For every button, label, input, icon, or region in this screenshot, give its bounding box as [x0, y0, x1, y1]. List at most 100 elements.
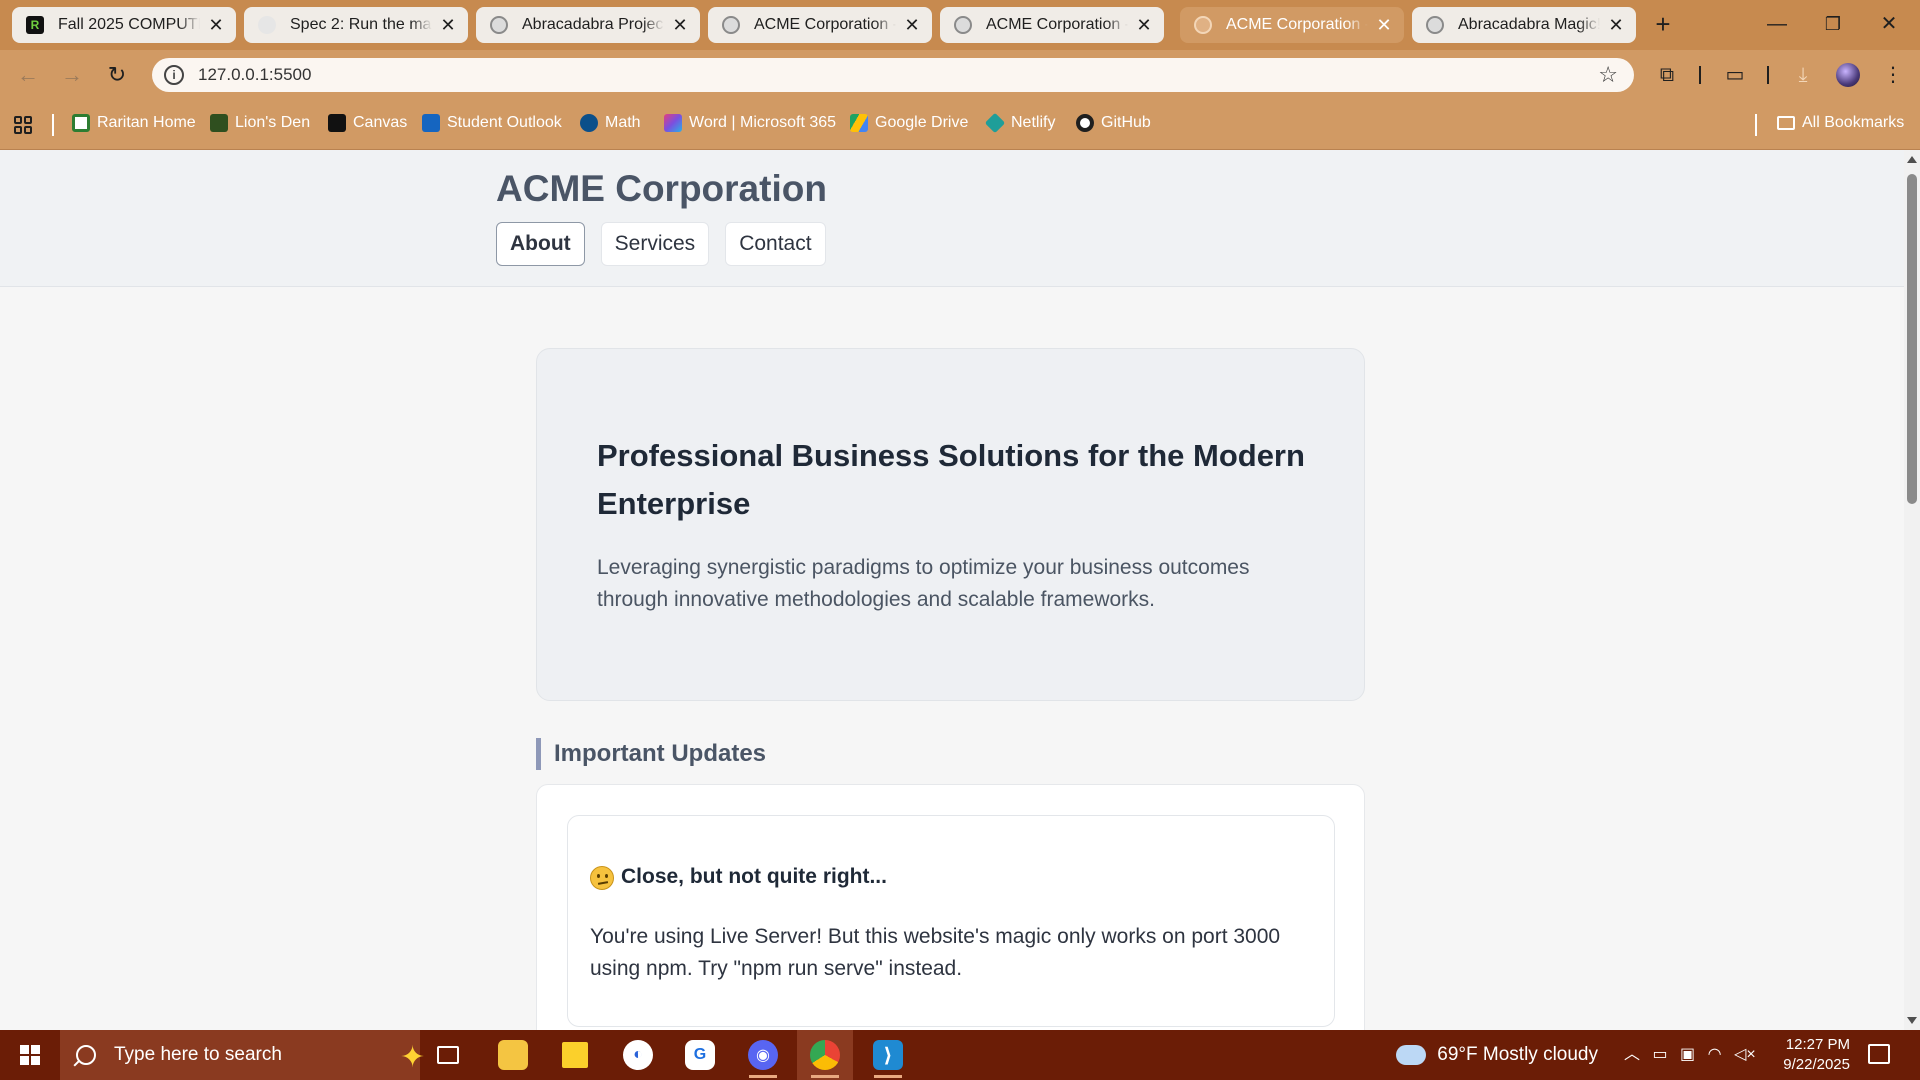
scroll-down-arrow-icon[interactable] [1907, 1017, 1917, 1024]
download-icon[interactable]: ⤓ [1790, 62, 1816, 88]
app-button[interactable]: G [672, 1030, 728, 1080]
vscode-icon: ⟩ [873, 1040, 903, 1070]
lion-icon [210, 114, 228, 132]
all-bookmarks-button[interactable]: All Bookmarks [1777, 114, 1904, 132]
menu-kebab-icon[interactable]: ⋮ [1880, 62, 1906, 88]
close-icon[interactable]: ✕ [902, 15, 922, 36]
page-scrollbar[interactable] [1904, 150, 1920, 1030]
folder-icon [498, 1040, 528, 1070]
browser-tab[interactable]: Abracadabra Magic! D ✕ [1412, 7, 1636, 43]
nav-services[interactable]: Services [600, 222, 710, 266]
bookmark-label: Student Outlook [447, 114, 562, 131]
site-title: ACME Corporation [496, 168, 827, 209]
scroll-thumb[interactable] [1907, 174, 1917, 504]
bookmark-canvas[interactable]: Canvas [328, 114, 407, 132]
restore-button[interactable]: ❐ [1810, 8, 1856, 42]
bookmark-netlify[interactable]: Netlify [984, 112, 1055, 134]
address-bar[interactable]: i 127.0.0.1:5500 ☆ [152, 58, 1634, 92]
globe-icon [954, 16, 972, 34]
start-button[interactable] [0, 1030, 60, 1080]
bookmark-lions-den[interactable]: Lion's Den [210, 114, 310, 132]
hero-title: Professional Business Solutions for the … [597, 438, 1305, 521]
bookmark-label: Math [605, 114, 641, 131]
globe-icon [490, 16, 508, 34]
site-nav: About Services Contact [496, 222, 826, 266]
bookmark-word-microsoft-365[interactable]: Word | Microsoft 365 [664, 114, 836, 132]
search-icon [76, 1045, 96, 1065]
clock-time: 12:27 PM [1785, 1036, 1850, 1053]
close-window-button[interactable]: ✕ [1866, 8, 1912, 42]
tray-icons[interactable]: ︿ ▭ ▣ ◠ ◁× [1624, 1030, 1756, 1080]
file-explorer-button[interactable] [485, 1030, 541, 1080]
minimize-button[interactable]: — [1754, 8, 1800, 42]
task-view-button[interactable] [420, 1030, 476, 1080]
bookmark-divider [1755, 114, 1757, 136]
bookmark-math[interactable]: Math [580, 114, 641, 132]
browser-tab[interactable]: ACME Corporation - P ✕ [940, 7, 1164, 43]
app-button[interactable]: ◐ [610, 1030, 666, 1080]
weather-widget[interactable]: 69°F Mostly cloudy [1396, 1030, 1598, 1080]
wifi-icon[interactable]: ◠ [1708, 1046, 1722, 1063]
reload-button[interactable]: ↻ [101, 59, 133, 91]
nav-about[interactable]: About [496, 222, 585, 266]
cast-search-icon[interactable]: ▭ [1722, 62, 1748, 88]
vscode-button[interactable]: ⟩ [860, 1030, 916, 1080]
close-icon[interactable]: ✕ [1606, 15, 1626, 36]
hero-card: Professional Business Solutions for the … [536, 348, 1365, 701]
volume-muted-icon[interactable]: ◁× [1734, 1046, 1756, 1063]
bookmark-label: Google Drive [875, 114, 969, 131]
tab-title: ACME Corporation - P [986, 16, 1128, 33]
extensions-icon[interactable]: ⧉ [1654, 62, 1680, 88]
close-icon[interactable]: ✕ [438, 15, 458, 36]
close-icon[interactable]: ✕ [1374, 15, 1394, 36]
bookmark-student-outlook[interactable]: Student Outlook [422, 114, 562, 132]
clock-date: 9/22/2025 [1783, 1056, 1850, 1073]
apps-grid-icon[interactable] [14, 116, 32, 134]
microsoft365-icon [664, 114, 682, 132]
globe-icon [1426, 16, 1444, 34]
close-icon[interactable]: ✕ [206, 15, 226, 36]
scroll-up-arrow-icon[interactable] [1907, 156, 1917, 163]
browser-tab[interactable]: Abracadabra Project - ✕ [476, 7, 700, 43]
toolbar-divider [1699, 66, 1701, 84]
site-info-icon[interactable]: i [164, 65, 184, 85]
sticky-notes-button[interactable] [547, 1030, 603, 1080]
nav-contact[interactable]: Contact [725, 222, 826, 266]
notice-text: You're using Live Server! But this websi… [590, 925, 1281, 980]
bookmarks-bar: Raritan Home Lion's Den Canvas Student O… [0, 100, 1920, 150]
browser-tab-active[interactable]: ACME Corporation - P ✕ [1180, 7, 1404, 43]
forward-button[interactable]: → [56, 59, 88, 91]
tab-title: Abracadabra Magic! D [1458, 16, 1600, 33]
browser-tab[interactable]: Spec 2: Run the magic ✕ [244, 7, 468, 43]
tab-title: Abracadabra Project - [522, 16, 664, 33]
bookmark-google-drive[interactable]: Google Drive [850, 114, 968, 132]
bookmark-label: Lion's Den [235, 114, 311, 131]
canvas-icon [328, 114, 346, 132]
toolbar-divider [1767, 66, 1769, 84]
raritan-logo-icon: R [26, 16, 44, 34]
chevron-up-icon[interactable]: ︿ [1624, 1046, 1640, 1063]
close-icon[interactable]: ✕ [670, 15, 690, 36]
browser-tab[interactable]: R Fall 2025 COMPUTER ✕ [12, 7, 236, 43]
notice-title: Close, but not quite right... [621, 865, 887, 888]
browser-toolbar: ← → ↻ i 127.0.0.1:5500 ☆ ⧉ ▭ ⤓ ⋮ [0, 50, 1920, 100]
taskbar-search[interactable]: Type here to search ✦ [60, 1030, 425, 1080]
notification-icon[interactable] [1868, 1044, 1890, 1064]
bookmark-github[interactable]: GitHub [1076, 114, 1151, 132]
back-button[interactable]: ← [12, 59, 44, 91]
close-icon[interactable]: ✕ [1134, 15, 1154, 36]
chrome-button[interactable] [797, 1030, 853, 1080]
bookmark-raritan-home[interactable]: Raritan Home [72, 114, 196, 132]
bookmark-label: Word | Microsoft 365 [689, 114, 837, 131]
bookmark-star-icon[interactable]: ☆ [1598, 62, 1618, 88]
battery-icon[interactable]: ▭ [1652, 1046, 1667, 1063]
profile-avatar[interactable] [1836, 63, 1860, 87]
task-view-icon [437, 1046, 459, 1064]
browser-tab[interactable]: ACME Corporation - P ✕ [708, 7, 932, 43]
discord-button[interactable]: ◉ [735, 1030, 791, 1080]
new-tab-button[interactable]: + [1648, 10, 1678, 40]
meet-now-icon[interactable]: ▣ [1680, 1046, 1695, 1063]
taskbar-clock[interactable]: 12:27 PM 9/22/2025 [1766, 1035, 1850, 1075]
app-g-icon: G [685, 1040, 715, 1070]
outlook-icon [422, 114, 440, 132]
